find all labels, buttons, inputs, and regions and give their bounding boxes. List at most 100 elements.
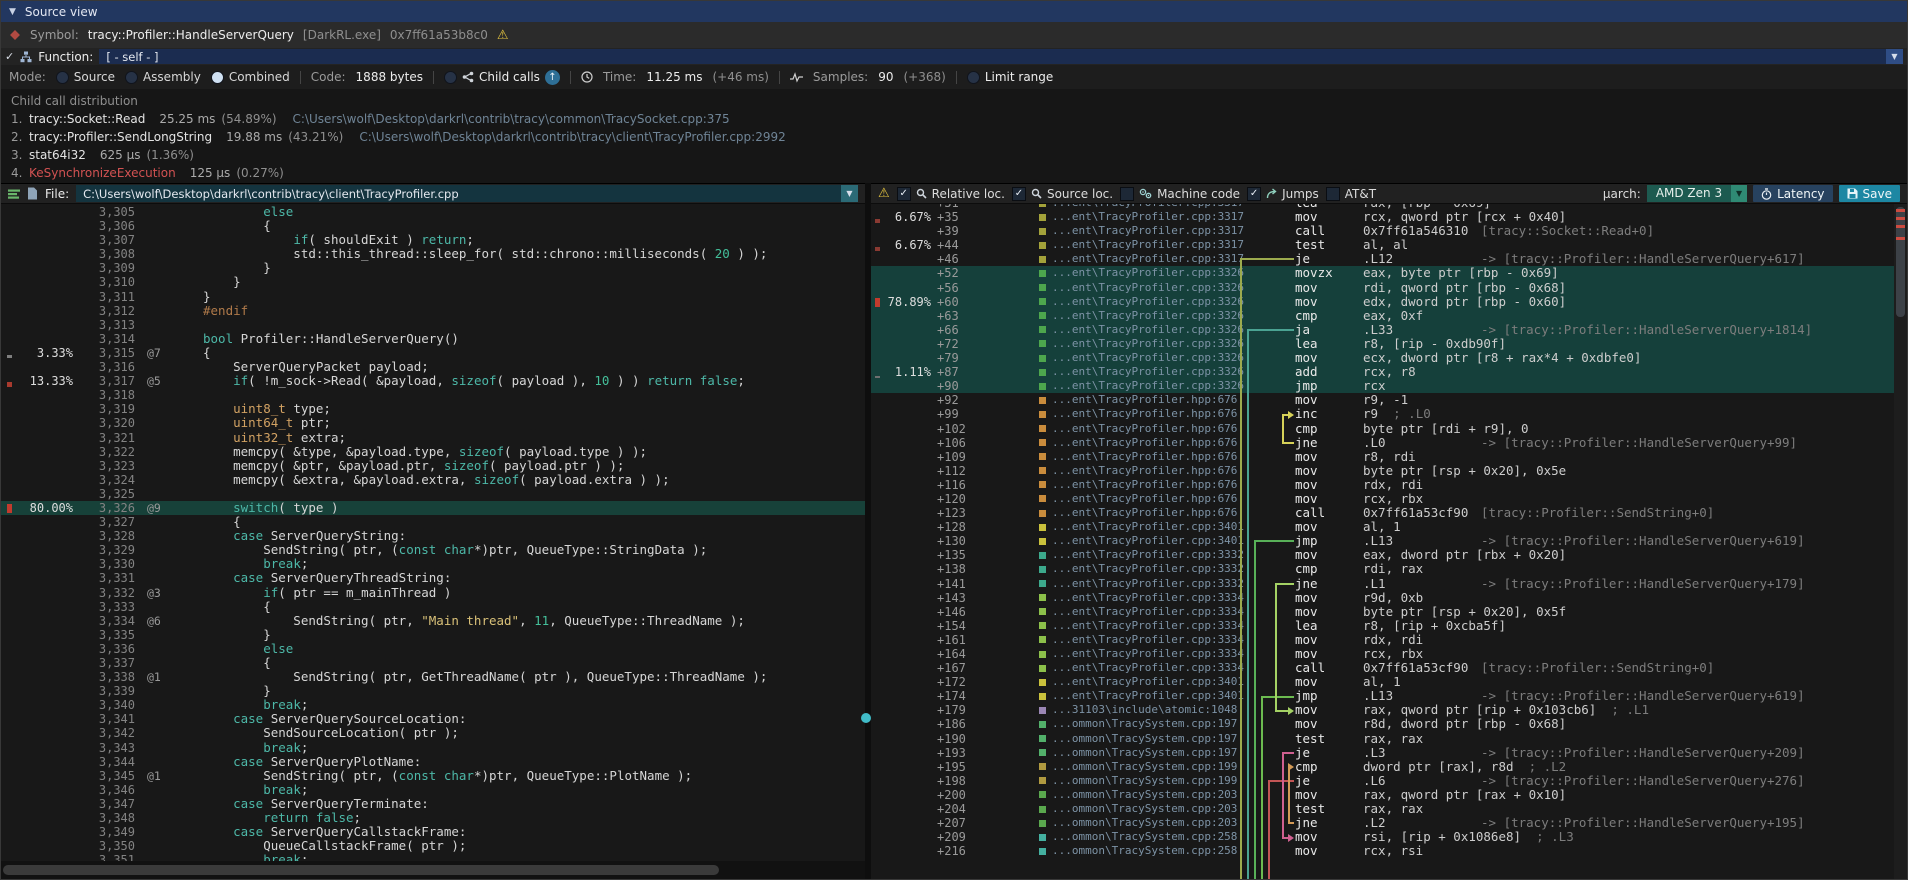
asm-row-+186[interactable]: +186...ommon\TracySystem.cpp:197movr8d, … — [871, 717, 1894, 731]
asm-row-+209[interactable]: +209...ommon\TracySystem.cpp:258movrsi, … — [871, 830, 1894, 844]
source-line-3305[interactable]: 3,305 else — [1, 205, 865, 219]
source-line-3333[interactable]: 3,333 { — [1, 600, 865, 614]
source-line-3348[interactable]: 3,348 return false; — [1, 811, 865, 825]
source-line-3335[interactable]: 3,335 } — [1, 628, 865, 642]
asm-row-+109[interactable]: +109...ent\TracyProfiler.hpp:676movr8, r… — [871, 450, 1894, 464]
source-lines-icon[interactable] — [8, 188, 20, 200]
source-line-3340[interactable]: 3,340 break; — [1, 698, 865, 712]
source-line-3313[interactable]: 3,313 — [1, 318, 865, 332]
source-line-3341[interactable]: 3,341 case ServerQuerySourceLocation: — [1, 712, 865, 726]
source-line-3318[interactable]: 3,318 — [1, 388, 865, 402]
source-line-3320[interactable]: 3,320 uint64_t ptr; — [1, 416, 865, 430]
child-calls-checkbox[interactable]: Child calls ↑ — [444, 70, 560, 85]
source-line-3322[interactable]: 3,322 memcpy( &type, &payload.type, size… — [1, 445, 865, 459]
save-button[interactable]: Save — [1839, 185, 1900, 202]
asm-row-+193[interactable]: +193...ommon\TracySystem.cpp:197je.L3-> … — [871, 746, 1894, 760]
expand-up-button[interactable]: ↑ — [545, 70, 560, 85]
asm-row-+79[interactable]: +79...ent\TracyProfiler.cpp:3326movecx, … — [871, 351, 1894, 365]
asm-row-+90[interactable]: +90...ent\TracyProfiler.cpp:3326jmprcx — [871, 379, 1894, 393]
source-line-3312[interactable]: 3,312#endif — [1, 304, 865, 318]
source-line-3347[interactable]: 3,347 case ServerQueryTerminate: — [1, 797, 865, 811]
source-line-3316[interactable]: 3,316 ServerQueryPacket payload; — [1, 360, 865, 374]
chevron-down-icon[interactable]: ▼ — [1731, 185, 1747, 202]
source-line-3306[interactable]: 3,306 { — [1, 219, 865, 233]
source-line-3350[interactable]: 3,350 QueueCallstackFrame( ptr ); — [1, 839, 865, 853]
source-line-3309[interactable]: 3,309 } — [1, 261, 865, 275]
asm-row-+204[interactable]: +204...ommon\TracySystem.cpp:203testrax,… — [871, 802, 1894, 816]
source-line-3307[interactable]: 3,307 if( shouldExit ) return; — [1, 233, 865, 247]
asm-row-+99[interactable]: +99...ent\TracyProfiler.hpp:676incr9 ; .… — [871, 407, 1894, 421]
source-line-3343[interactable]: 3,343 break; — [1, 741, 865, 755]
source-line-3331[interactable]: 3,331 case ServerQueryThreadString: — [1, 571, 865, 585]
source-line-3324[interactable]: 3,324 memcpy( &extra, &payload.extra, si… — [1, 473, 865, 487]
source-line-3314[interactable]: 3,314bool Profiler::HandleServerQuery() — [1, 332, 865, 346]
asm-row-+52[interactable]: +52...ent\TracyProfiler.cpp:3326movzxeax… — [871, 266, 1894, 280]
source-line-3351[interactable]: 3,351 break; — [1, 853, 865, 861]
asm-row-+123[interactable]: +123...ent\TracyProfiler.hpp:676call0x7f… — [871, 506, 1894, 520]
source-line-3342[interactable]: 3,342 SendSourceLocation( ptr ); — [1, 726, 865, 740]
toggle-relative-loc[interactable]: ✓ Relative loc. — [897, 187, 1005, 201]
asm-row-+44[interactable]: 6.67%+44...ent\TracyProfiler.cpp:3317tes… — [871, 238, 1894, 252]
source-line-3338[interactable]: 3,338@1 SendString( ptr, GetThreadName( … — [1, 670, 865, 684]
source-line-3327[interactable]: 3,327 { — [1, 515, 865, 529]
radio-combined[interactable]: Combined — [211, 70, 290, 84]
splitter-grip[interactable] — [861, 713, 871, 723]
asm-row-+56[interactable]: +56...ent\TracyProfiler.cpp:3326movrdi, … — [871, 281, 1894, 295]
source-code-view[interactable]: 3,305 else3,306 {3,307 if( shouldExit ) … — [1, 204, 865, 861]
source-line-3330[interactable]: 3,330 break; — [1, 557, 865, 571]
source-line-3339[interactable]: 3,339 } — [1, 684, 865, 698]
asm-row-+130[interactable]: +130...ent\TracyProfiler.cpp:3401jmp.L13… — [871, 534, 1894, 548]
chevron-down-icon[interactable]: ▼ — [1886, 49, 1903, 64]
horizontal-scrollbar[interactable] — [1, 861, 865, 879]
asm-row-+128[interactable]: +128...ent\TracyProfiler.cpp:3401moval, … — [871, 520, 1894, 534]
source-line-3332[interactable]: 3,332@3 if( ptr == m_mainThread ) — [1, 586, 865, 600]
asm-row-+66[interactable]: +66...ent\TracyProfiler.cpp:3326ja.L33->… — [871, 323, 1894, 337]
asm-row-+200[interactable]: +200...ommon\TracySystem.cpp:203movrax, … — [871, 788, 1894, 802]
function-combo[interactable]: [ - self - ] ▼ — [99, 49, 1903, 64]
child-call-entry[interactable]: 1.tracy::Socket::Read25.25 ms(54.89%)C:\… — [11, 110, 1907, 128]
source-line-3344[interactable]: 3,344 case ServerQueryPlotName: — [1, 755, 865, 769]
asm-row-+143[interactable]: +143...ent\TracyProfiler.cpp:3334movr9d,… — [871, 591, 1894, 605]
child-call-entry[interactable]: 2.tracy::Profiler::SendLongString19.88 m… — [11, 128, 1907, 146]
asm-row-+106[interactable]: +106...ent\TracyProfiler.hpp:676jne.L0->… — [871, 436, 1894, 450]
asm-row-+39[interactable]: +39...ent\TracyProfiler.cpp:3317call0x7f… — [871, 224, 1894, 238]
asm-row-+195[interactable]: +195...ommon\TracySystem.cpp:199cmpdword… — [871, 760, 1894, 774]
check-icon[interactable]: ✓ — [5, 50, 14, 63]
source-line-3317[interactable]: 13.33%3,317@5 if( !m_sock->Read( &payloa… — [1, 374, 865, 388]
asm-row-+46[interactable]: +46...ent\TracyProfiler.cpp:3317je.L12->… — [871, 252, 1894, 266]
source-line-3337[interactable]: 3,337 { — [1, 656, 865, 670]
vertical-scrollbar[interactable] — [1894, 204, 1907, 879]
radio-assembly[interactable]: Assembly — [125, 70, 201, 84]
collapse-icon[interactable]: ▼ — [9, 7, 16, 17]
asm-row-+102[interactable]: +102...ent\TracyProfiler.hpp:676cmpbyte … — [871, 422, 1894, 436]
source-line-3325[interactable]: 3,325 — [1, 487, 865, 501]
asm-row-+154[interactable]: +154...ent\TracyProfiler.cpp:3334lear8, … — [871, 619, 1894, 633]
latency-button[interactable]: Latency — [1753, 185, 1832, 202]
limit-range-checkbox[interactable]: Limit range — [967, 70, 1053, 84]
asm-row-+174[interactable]: +174...ent\TracyProfiler.cpp:3401jmp.L13… — [871, 689, 1894, 703]
source-line-3334[interactable]: 3,334@6 SendString( ptr, "Main thread", … — [1, 614, 865, 628]
toggle-source-loc[interactable]: ✓ Source loc. — [1012, 187, 1113, 201]
asm-row-+112[interactable]: +112...ent\TracyProfiler.hpp:676movbyte … — [871, 464, 1894, 478]
source-line-3315[interactable]: 3.33%3,315@7{ — [1, 346, 865, 360]
file-combo[interactable]: C:\Users\wolf\Desktop\darkrl\contrib\tra… — [76, 185, 858, 202]
radio-source[interactable]: Source — [56, 70, 115, 84]
source-line-3329[interactable]: 3,329 SendString( ptr, (const char*)ptr,… — [1, 543, 865, 557]
toggle-machine-code[interactable]: Machine code — [1120, 187, 1240, 201]
asm-row-+141[interactable]: +141...ent\TracyProfiler.cpp:3332jne.L1-… — [871, 577, 1894, 591]
child-call-entry[interactable]: 4.KeSynchronizeExecution125 μs(0.27%) — [11, 164, 1907, 182]
source-line-3328[interactable]: 3,328 case ServerQueryString: — [1, 529, 865, 543]
asm-row-+164[interactable]: +164...ent\TracyProfiler.cpp:3334movrcx,… — [871, 647, 1894, 661]
source-line-3308[interactable]: 3,308 std::this_thread::sleep_for( std::… — [1, 247, 865, 261]
asm-row-+146[interactable]: +146...ent\TracyProfiler.cpp:3334movbyte… — [871, 605, 1894, 619]
asm-row-+63[interactable]: +63...ent\TracyProfiler.cpp:3326cmpeax, … — [871, 309, 1894, 323]
asm-row-+120[interactable]: +120...ent\TracyProfiler.hpp:676movrcx, … — [871, 492, 1894, 506]
asm-row-+138[interactable]: +138...ent\TracyProfiler.cpp:3332cmprdi,… — [871, 562, 1894, 576]
source-line-3323[interactable]: 3,323 memcpy( &ptr, &payload.ptr, sizeof… — [1, 459, 865, 473]
asm-row-+161[interactable]: +161...ent\TracyProfiler.cpp:3334movrdx,… — [871, 633, 1894, 647]
source-line-3346[interactable]: 3,346 break; — [1, 783, 865, 797]
asm-row-+207[interactable]: +207...ommon\TracySystem.cpp:203jne.L2->… — [871, 816, 1894, 830]
child-call-entry[interactable]: 3.stat64i32625 μs(1.36%) — [11, 146, 1907, 164]
asm-row-+60[interactable]: 78.89%+60...ent\TracyProfiler.cpp:3326mo… — [871, 295, 1894, 309]
asm-row-+190[interactable]: +190...ommon\TracySystem.cpp:197testrax,… — [871, 732, 1894, 746]
